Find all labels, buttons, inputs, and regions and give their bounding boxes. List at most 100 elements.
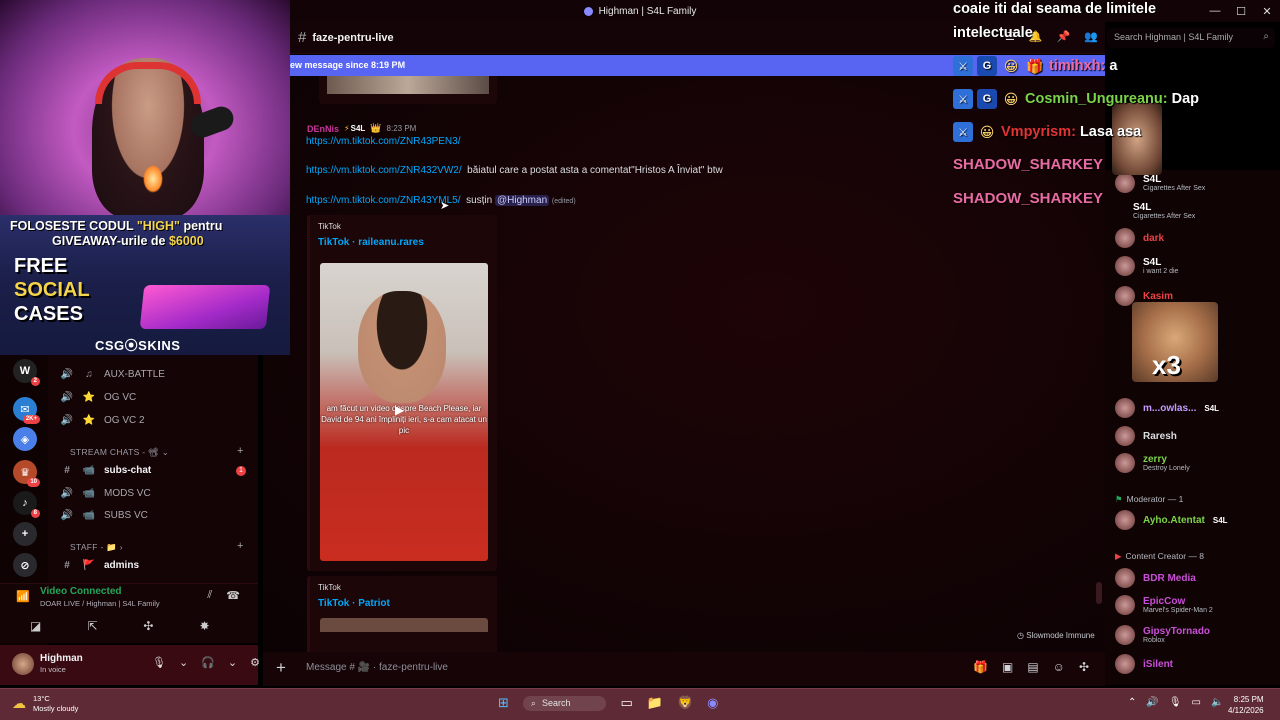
activities-icon[interactable]: ✣ xyxy=(143,619,153,633)
minimize-button[interactable]: — xyxy=(1202,5,1228,17)
embed-video[interactable]: am făcut un video despre Beach Please, i… xyxy=(320,263,488,561)
file-explorer-icon[interactable]: 📁 xyxy=(647,695,663,711)
soundboard-icon[interactable]: ✸ xyxy=(199,619,209,633)
search-icon: ⌕ xyxy=(1263,31,1269,42)
channel-item[interactable]: 🔊 ⭐ OG VC 2 xyxy=(60,415,145,426)
weather-cloud-icon[interactable]: ☁ xyxy=(12,695,26,712)
chevron-down-icon[interactable]: ⌄ xyxy=(228,656,237,669)
camera-off-icon[interactable]: ◪ xyxy=(30,619,41,633)
member-item[interactable]: Raresh xyxy=(1115,426,1177,446)
previous-embed-thumbnail[interactable] xyxy=(327,76,489,94)
speaker-icon[interactable]: 🔈 xyxy=(1211,697,1223,708)
channel-item[interactable]: 🔊 ♫ AUX-BATTLE xyxy=(60,369,165,380)
upload-plus-icon[interactable]: + xyxy=(276,658,286,678)
gift-icon[interactable]: 🎁 xyxy=(973,660,988,674)
sticker-icon[interactable]: ▤ xyxy=(1027,660,1038,674)
member-group-header: ⚑ Moderator — 1 xyxy=(1115,494,1183,505)
taskbar-clock[interactable]: 8:25 PM 4/12/2026 xyxy=(1228,694,1264,716)
channel-item[interactable]: 🔊 📹 SUBS VC xyxy=(60,510,148,521)
channel-item-admins[interactable]: # 🚩 admins xyxy=(60,560,139,571)
microphone-icon[interactable]: 🎙 xyxy=(1169,697,1182,708)
display-icon[interactable]: ▭ xyxy=(1192,697,1201,708)
embed-title[interactable]: TikTok · Patriot xyxy=(310,592,497,609)
server-icon[interactable]: W2 xyxy=(13,359,40,386)
headphones-icon[interactable]: 🎧 xyxy=(201,656,215,669)
member-status: Marvel's Spider-Man 2 xyxy=(1143,607,1213,614)
message-text: susțin xyxy=(466,195,493,206)
disconnect-icon[interactable]: ☎ xyxy=(226,589,240,602)
member-item[interactable]: S4L i want 2 die xyxy=(1115,256,1178,276)
user-mention[interactable]: @Highman xyxy=(494,195,550,206)
member-item[interactable]: Ayho.Atentat S4L xyxy=(1115,510,1228,530)
volume-icon[interactable]: 🔊 xyxy=(1146,697,1158,708)
clock-icon: ◷ xyxy=(1017,631,1024,640)
channel-item-subs-chat[interactable]: # 📹 subs-chat xyxy=(60,465,151,476)
weather-temp: 13°C xyxy=(33,694,50,703)
server-icon[interactable]: ♪ 8 xyxy=(13,491,40,518)
member-item[interactable]: BDR Media xyxy=(1115,568,1196,588)
discover-icon[interactable]: ⊘ xyxy=(13,553,37,577)
maximize-button[interactable]: ☐ xyxy=(1228,5,1254,18)
user-controls: 🎙 ⌄ 🎧 ⌄ ⚙ xyxy=(152,656,260,669)
author-guild-tag: S4L xyxy=(344,124,366,133)
weather-widget[interactable]: 13°C Mostly cloudy xyxy=(33,694,78,714)
chevron-up-icon[interactable]: ⌃ xyxy=(1128,697,1136,708)
screen-share-icon[interactable]: ⇱ xyxy=(87,619,97,633)
add-channel-button[interactable]: + xyxy=(237,445,243,457)
close-button[interactable]: ✕ xyxy=(1254,5,1280,18)
emoji-icon[interactable]: ☺ xyxy=(1053,660,1065,674)
windows-start-icon[interactable]: ⊞ xyxy=(498,695,509,711)
play-icon[interactable]: ▶ xyxy=(395,403,404,417)
message-link[interactable]: https://vm.tiktok.com/ZNR43PEN3/ xyxy=(306,136,461,147)
taskbar-search[interactable]: ⌕ Search xyxy=(522,695,607,711)
message-author[interactable]: DEnNis xyxy=(307,124,339,134)
voice-status[interactable]: Video Connected xyxy=(40,586,122,597)
server-icon[interactable]: ✉ 2K+ xyxy=(13,397,40,424)
member-item[interactable]: dark xyxy=(1115,228,1164,248)
add-server-icon[interactable]: + xyxy=(13,522,37,546)
microphone-icon[interactable]: 🎙 xyxy=(152,656,166,669)
gear-icon[interactable]: ⚙ xyxy=(250,656,260,669)
members-icon[interactable]: 👥 xyxy=(1084,30,1098,43)
member-item[interactable]: GipsyTornado Roblox xyxy=(1115,625,1210,645)
scrollbar[interactable] xyxy=(1096,582,1102,604)
member-item[interactable]: iSilent xyxy=(1115,654,1173,674)
member-item[interactable]: EpicCow Marvel's Spider-Man 2 xyxy=(1115,595,1213,615)
message-link[interactable]: https://vm.tiktok.com/ZNR43YML5/ xyxy=(306,195,461,206)
search-input[interactable]: Search Highman | S4L Family ⌕ xyxy=(1107,28,1275,48)
youtube-icon: ▶ xyxy=(1115,551,1122,561)
embed-title[interactable]: TikTok · raileanu.rares xyxy=(310,231,497,248)
member-item[interactable]: zerry Destroy Lonely xyxy=(1115,453,1190,473)
mouse-cursor-icon: ➤ xyxy=(440,200,450,212)
category-stream-chats[interactable]: STREAM CHATS - 📽 ⌄ xyxy=(70,447,169,458)
chevron-down-icon[interactable]: ⌄ xyxy=(179,656,188,669)
gif-icon[interactable]: ▣ xyxy=(1002,660,1013,674)
apps-icon[interactable]: ✣ xyxy=(1079,660,1089,674)
task-view-icon[interactable]: ▭ xyxy=(620,695,632,711)
member-item[interactable]: m...owlas... S4L xyxy=(1115,398,1219,418)
avatar xyxy=(1115,453,1135,473)
message-input[interactable]: Message # 🎥 · faze-pentru-live xyxy=(306,662,448,673)
add-channel-button[interactable]: + xyxy=(237,540,243,552)
member-item[interactable]: S4L Cigarettes After Sex xyxy=(1115,173,1205,193)
signal-icon: 📶 xyxy=(16,591,30,603)
ad-text: GIVEAWAY-urile de xyxy=(52,234,169,248)
member-item[interactable]: S4L Cigarettes After Sex xyxy=(1133,202,1195,220)
voice-status-panel: 📶 Video Connected DOAR LIVE / Highman | … xyxy=(0,583,258,643)
server-icon[interactable]: ◈ xyxy=(13,427,37,451)
server-icon[interactable]: ♛ 10 xyxy=(13,460,40,487)
avatar xyxy=(1115,568,1135,588)
voice-server[interactable]: DOAR LIVE / Highman | S4L Family xyxy=(40,599,160,608)
channel-item[interactable]: 🔊 📹 MODS VC xyxy=(60,488,151,499)
message-link[interactable]: https://vm.tiktok.com/ZNR432VW2/ xyxy=(306,165,462,176)
pin-icon[interactable]: 📌 xyxy=(1057,30,1071,43)
discord-icon[interactable]: ◉ xyxy=(707,695,718,711)
embed-thumbnail[interactable] xyxy=(320,618,488,632)
user-name[interactable]: Highman xyxy=(40,653,83,664)
avatar[interactable] xyxy=(12,653,34,675)
channel-item[interactable]: 🔊 ⭐ OG VC xyxy=(60,392,136,403)
brave-browser-icon[interactable]: 🦁 xyxy=(677,695,693,711)
chat-username: Vmpyrism: xyxy=(1001,124,1076,140)
category-staff[interactable]: STAFF - 📁 › xyxy=(70,542,123,553)
noise-suppression-icon[interactable]: ⫽ xyxy=(207,589,212,602)
